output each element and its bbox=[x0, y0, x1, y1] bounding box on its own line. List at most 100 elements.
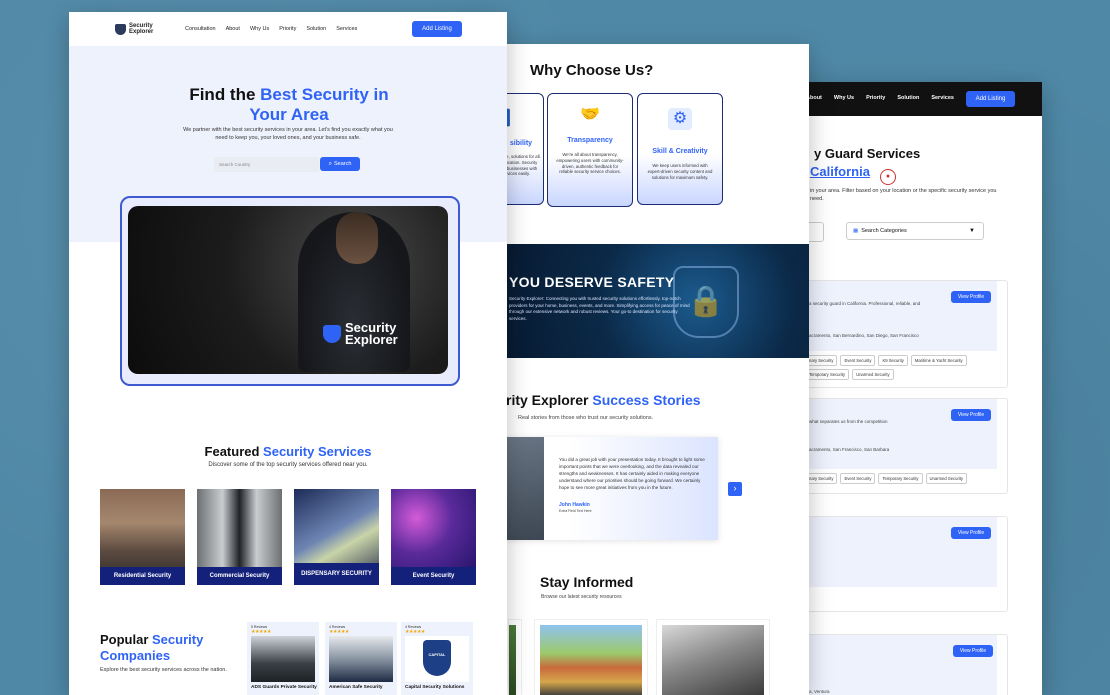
listing-locations: a, Ventura bbox=[809, 689, 830, 694]
guard-head bbox=[336, 212, 378, 264]
view-profile-button[interactable]: View Profile bbox=[951, 409, 991, 421]
company-image bbox=[251, 636, 315, 682]
nav-consultation[interactable]: Consultation bbox=[185, 26, 216, 32]
tag[interactable]: nary Security bbox=[805, 355, 838, 366]
directory-page-preview: About Why Us Priority Solution Services … bbox=[770, 82, 1042, 695]
blog-card[interactable] bbox=[508, 619, 522, 695]
nav-priority[interactable]: Priority bbox=[866, 95, 885, 101]
tag[interactable]: Maritime & Yacht Security bbox=[910, 355, 967, 366]
safety-banner: 🔒 YOU DESERVE SAFETY Security Explorer: … bbox=[488, 244, 809, 358]
why-card: 🤝 Transparency We're all about transpare… bbox=[547, 93, 633, 207]
nav-why-us[interactable]: Why Us bbox=[250, 26, 269, 32]
popular-title-highlight: Companies bbox=[100, 647, 171, 663]
site-logo[interactable]: Security Explorer bbox=[115, 23, 153, 35]
listing-card: View Profile bbox=[796, 516, 1008, 612]
listing-locations: acramento, San Bernardino, San Diego, Sa… bbox=[809, 333, 919, 338]
search-icon: ⌕ bbox=[328, 160, 332, 167]
chevron-down-icon: ▼ bbox=[969, 228, 975, 234]
popular-companies-title: Popular Security Companies bbox=[100, 632, 203, 663]
view-profile-button[interactable]: View Profile bbox=[951, 527, 991, 539]
safety-description: Security Explorer: Connecting you with t… bbox=[509, 296, 690, 321]
nav-about[interactable]: About bbox=[226, 26, 240, 32]
page-title: y Guard Services bbox=[814, 146, 921, 161]
listing-description: what separates us from the competition bbox=[809, 419, 888, 424]
why-card-title: Skill & Creativity bbox=[652, 148, 708, 155]
success-title-part: rity Explorer bbox=[506, 392, 593, 408]
company-card[interactable]: 5 Reviews ★★★★★ ADS Guards Private Secur… bbox=[247, 622, 319, 695]
featured-title-highlight: Security Services bbox=[263, 444, 372, 459]
company-name: Capital Security Solutions bbox=[405, 685, 465, 690]
stay-informed-title: Stay Informed bbox=[540, 574, 634, 590]
testimonial-role: Extra Field Text Here bbox=[559, 509, 592, 513]
home-page-preview: Security Explorer Consultation About Why… bbox=[69, 12, 507, 695]
tag[interactable]: Event Security bbox=[840, 473, 876, 484]
blog-card[interactable] bbox=[534, 619, 648, 695]
listing-tags: nary Security Event Security Temporary S… bbox=[805, 473, 1005, 484]
capital-shield-icon: CAPITAL bbox=[423, 640, 451, 676]
view-profile-button[interactable]: View Profile bbox=[953, 645, 993, 657]
country-search-input[interactable]: Search Country bbox=[214, 157, 319, 172]
testimonial-author: John Hawkin bbox=[559, 502, 590, 508]
tag[interactable]: Event Security bbox=[840, 355, 876, 366]
service-card-commercial[interactable]: Commercial Security bbox=[197, 489, 282, 585]
service-label: Commercial Security bbox=[197, 567, 282, 585]
stay-informed-subtitle: Browse our latest security resources bbox=[541, 594, 622, 600]
blog-image bbox=[540, 625, 642, 695]
service-label: DISPENSARY SECURITY bbox=[294, 563, 379, 585]
popular-companies-description: Explore the best security services acros… bbox=[100, 667, 227, 673]
search-button[interactable]: ⌕ Search bbox=[320, 157, 360, 171]
service-card-dispensary[interactable]: DISPENSARY SECURITY bbox=[294, 489, 379, 585]
tag[interactable]: Temporary Security bbox=[878, 473, 923, 484]
why-card-title: Transparency bbox=[567, 137, 613, 144]
jacket-logo-text: Security Explorer bbox=[345, 321, 398, 348]
nav-priority[interactable]: Priority bbox=[279, 26, 296, 32]
shield-icon bbox=[115, 23, 126, 35]
company-card[interactable]: 4 Reviews ★★★★★ American Safe Security bbox=[325, 622, 397, 695]
popular-title-part: Popular bbox=[100, 632, 153, 647]
listing-card: View Profile a security guard in Califor… bbox=[796, 280, 1008, 388]
nav-solution[interactable]: Solution bbox=[897, 95, 919, 101]
nav-why-us[interactable]: Why Us bbox=[834, 95, 854, 101]
tag[interactable]: Temporary Security bbox=[805, 369, 850, 380]
testimonial-quote: You did a great job with your presentati… bbox=[559, 457, 705, 490]
company-logo: CAPITAL bbox=[405, 636, 469, 682]
why-card: ⚙ Skill & Creativity We keep users infor… bbox=[637, 93, 723, 205]
tag[interactable]: K9 Security bbox=[878, 355, 908, 366]
success-stories-subtitle: Real stories from those who trust our se… bbox=[518, 415, 654, 421]
service-card-residential[interactable]: Residential Security bbox=[100, 489, 185, 585]
hero-guard-photo: Security Explorer bbox=[128, 206, 448, 374]
blog-image bbox=[509, 625, 516, 695]
company-name: ADS Guards Private Security bbox=[251, 685, 317, 690]
why-choose-title: Why Choose Us? bbox=[530, 62, 654, 79]
listing-tags: nary Security Event Security K9 Security… bbox=[805, 355, 1005, 380]
blog-card[interactable] bbox=[656, 619, 770, 695]
star-rating-icon: ★★★★★ bbox=[405, 629, 425, 635]
featured-subtitle: Discover some of the top security servic… bbox=[208, 462, 368, 468]
grid-icon: ▦ bbox=[853, 228, 859, 234]
service-card-event[interactable]: Event Security bbox=[391, 489, 476, 585]
hero-title-highlight: Best Security in bbox=[260, 85, 389, 104]
why-card-desc: We're all about transparency, empowering… bbox=[556, 152, 624, 175]
nav-services[interactable]: Services bbox=[336, 26, 357, 32]
nav-links: About Why Us Priority Solution Services bbox=[806, 95, 954, 101]
category-select[interactable]: ▦ Search Categories ▼ bbox=[846, 222, 984, 240]
page-title-state: California bbox=[810, 164, 870, 179]
listing-description: a security guard in California. Professi… bbox=[809, 301, 921, 306]
success-title-highlight: Success Stories bbox=[592, 392, 701, 408]
tag[interactable]: Unarmed Security bbox=[925, 473, 968, 484]
why-card-desc: We keep users informed with expert-drive… bbox=[647, 163, 713, 180]
tag[interactable]: Unarmed Security bbox=[852, 369, 894, 380]
jacket-logo-line: Explorer bbox=[345, 332, 398, 348]
jacket-logo: Security Explorer bbox=[323, 321, 398, 348]
tag[interactable]: nary Security bbox=[805, 473, 838, 484]
logo-text: Security Explorer bbox=[129, 23, 153, 35]
nav-services[interactable]: Services bbox=[931, 95, 954, 101]
nav-solution[interactable]: Solution bbox=[306, 26, 326, 32]
company-card[interactable]: 4 Reviews ★★★★★ CAPITAL Capital Security… bbox=[401, 622, 473, 695]
view-profile-button[interactable]: View Profile bbox=[951, 291, 991, 303]
add-listing-button[interactable]: Add Listing bbox=[966, 91, 1015, 107]
listing-card: View Profile what separates us from the … bbox=[796, 398, 1008, 494]
add-listing-button[interactable]: Add Listing bbox=[412, 21, 462, 37]
star-rating-icon: ★★★★★ bbox=[251, 629, 271, 635]
next-arrow-button[interactable]: › bbox=[728, 482, 742, 496]
